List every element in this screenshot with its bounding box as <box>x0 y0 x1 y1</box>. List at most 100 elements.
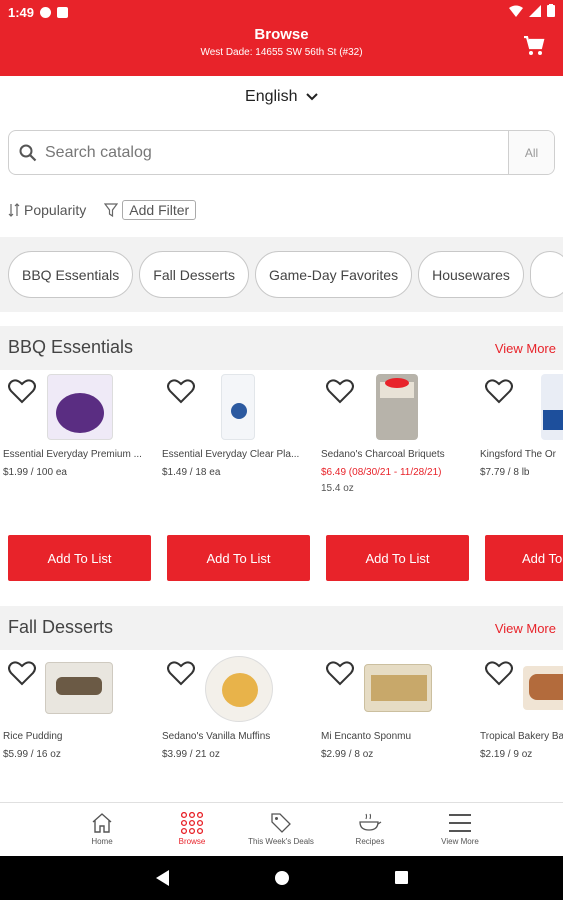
add-to-list-button[interactable]: Add To List <box>326 535 469 581</box>
add-filter-button[interactable]: Add Filter <box>122 200 197 220</box>
nav-browse[interactable]: Browse <box>147 809 237 846</box>
heart-icon[interactable] <box>326 660 354 686</box>
page-title: Browse <box>254 26 309 43</box>
header: 1:49 Browse West Dade: 14655 SW 56th St … <box>0 0 563 76</box>
product-price: $7.79 / 8 lb <box>480 467 530 478</box>
add-to-list-button[interactable]: Add To List <box>167 535 310 581</box>
app-root: 1:49 Browse West Dade: 14655 SW 56th St … <box>0 0 563 900</box>
status-time: 1:49 <box>8 5 35 20</box>
heart-icon[interactable] <box>8 378 36 404</box>
product-image <box>376 374 418 440</box>
heart-icon[interactable] <box>167 660 195 686</box>
search-placeholder: Search catalog <box>45 143 152 161</box>
product-name: Mi Encanto Sponmu <box>321 731 412 742</box>
sort-button[interactable]: Popularity <box>8 202 86 218</box>
menu-icon <box>449 814 471 832</box>
add-to-list-button[interactable]: Add To <box>485 535 563 581</box>
product-price: $1.99 / 100 ea <box>3 467 67 478</box>
nav-recipes-label: Recipes <box>355 837 385 846</box>
nav-view-more[interactable]: View More <box>415 809 505 846</box>
home-icon <box>92 813 112 833</box>
search-scope-button[interactable]: All <box>509 131 554 174</box>
tag-icon <box>271 813 291 833</box>
product-name: Kingsford The Or <box>480 449 556 460</box>
cart-icon[interactable] <box>523 36 545 56</box>
nav-deals[interactable]: This Week's Deals <box>236 809 326 846</box>
product-image <box>541 374 563 440</box>
product-price: $3.99 / 21 oz <box>162 749 220 760</box>
sort-icon <box>8 203 20 217</box>
store-location[interactable]: West Dade: 14655 SW 56th St (#32) <box>0 47 563 58</box>
chip-row: BBQ Essentials Fall Desserts Game-Day Fa… <box>8 251 563 298</box>
view-more-link[interactable]: View More <box>495 621 556 636</box>
heart-icon[interactable] <box>485 378 513 404</box>
language-selector[interactable]: English <box>0 88 563 106</box>
bottom-navigation: Home Browse This Week's Deals Recipes Vi… <box>0 802 563 856</box>
chip-game-day-favorites[interactable]: Game-Day Favorites <box>254 251 413 298</box>
nav-recipes[interactable]: Recipes <box>325 809 415 846</box>
nav-deals-label: This Week's Deals <box>248 837 314 846</box>
product-image <box>523 666 563 710</box>
system-navigation-bar <box>0 856 563 900</box>
status-bar-right <box>509 4 555 17</box>
heart-icon[interactable] <box>326 378 354 404</box>
add-to-list-button[interactable]: Add To List <box>8 535 151 581</box>
heart-icon[interactable] <box>485 660 513 686</box>
product-name: Rice Pudding <box>3 731 63 742</box>
search-icon <box>19 144 37 161</box>
view-more-link[interactable]: View More <box>495 341 556 356</box>
section-title: BBQ Essentials <box>8 337 134 357</box>
product-name: Essential Everyday Clear Pla... <box>162 449 300 460</box>
product-name: Sedano's Vanilla Muffins <box>162 731 271 742</box>
product-image <box>47 374 113 440</box>
notification-icon <box>40 7 52 18</box>
product-image <box>205 656 273 722</box>
home-button-icon[interactable] <box>275 871 289 885</box>
product-price: $1.49 / 18 ea <box>162 467 221 478</box>
sort-filter-bar: Popularity Add Filter <box>8 200 197 220</box>
nav-home[interactable]: Home <box>57 809 147 846</box>
product-price: $5.99 / 16 oz <box>3 749 61 760</box>
product-image <box>45 662 113 714</box>
product-name: Sedano's Charcoal Briquets <box>321 449 445 460</box>
grid-icon <box>181 812 203 834</box>
wifi-icon <box>509 5 523 17</box>
recipe-icon <box>359 813 382 831</box>
product-price: $2.19 / 9 oz <box>480 749 533 760</box>
heart-icon[interactable] <box>8 660 36 686</box>
section-header-fall-desserts: Fall Desserts View More <box>0 606 563 650</box>
search-input[interactable]: Search catalog <box>9 131 509 174</box>
product-price: $2.99 / 8 oz <box>321 749 374 760</box>
product-sale-price: $6.49 (08/30/21 - 11/28/21) <box>321 467 442 478</box>
nav-view-more-label: View More <box>441 837 479 846</box>
signal-icon <box>529 4 541 17</box>
section-title: Fall Desserts <box>8 617 114 637</box>
language-label: English <box>245 88 298 105</box>
heart-icon[interactable] <box>167 378 195 404</box>
nav-browse-label: Browse <box>178 837 206 846</box>
sort-label: Popularity <box>24 202 87 218</box>
product-image <box>364 664 432 712</box>
storage-icon <box>57 7 69 18</box>
product-image <box>221 374 255 440</box>
product-name: Essential Everyday Premium ... <box>3 449 142 460</box>
filter-group: Add Filter <box>104 200 197 220</box>
product-row-fall-desserts: Rice Pudding $5.99 / 16 oz Sedano's Vani… <box>0 652 563 800</box>
chevron-down-icon <box>306 93 318 101</box>
chip-more[interactable] <box>529 251 563 298</box>
category-chips: BBQ Essentials Fall Desserts Game-Day Fa… <box>0 237 563 312</box>
chip-bbq-essentials[interactable]: BBQ Essentials <box>8 251 134 298</box>
product-size: 15.4 oz <box>321 483 354 494</box>
battery-icon <box>547 4 555 17</box>
status-bar-left: 1:49 <box>8 5 69 20</box>
nav-home-label: Home <box>91 837 113 846</box>
recents-icon[interactable] <box>395 871 408 884</box>
product-name: Tropical Bakery Ba <box>480 731 563 742</box>
chip-housewares[interactable]: Housewares <box>418 251 524 298</box>
chip-fall-desserts[interactable]: Fall Desserts <box>139 251 249 298</box>
search-bar: Search catalog All <box>8 130 555 175</box>
product-row-bbq: Essential Everyday Premium ... $1.99 / 1… <box>0 370 563 592</box>
filter-icon <box>104 203 119 217</box>
section-header-bbq: BBQ Essentials View More <box>0 326 563 370</box>
back-icon[interactable] <box>156 870 170 886</box>
